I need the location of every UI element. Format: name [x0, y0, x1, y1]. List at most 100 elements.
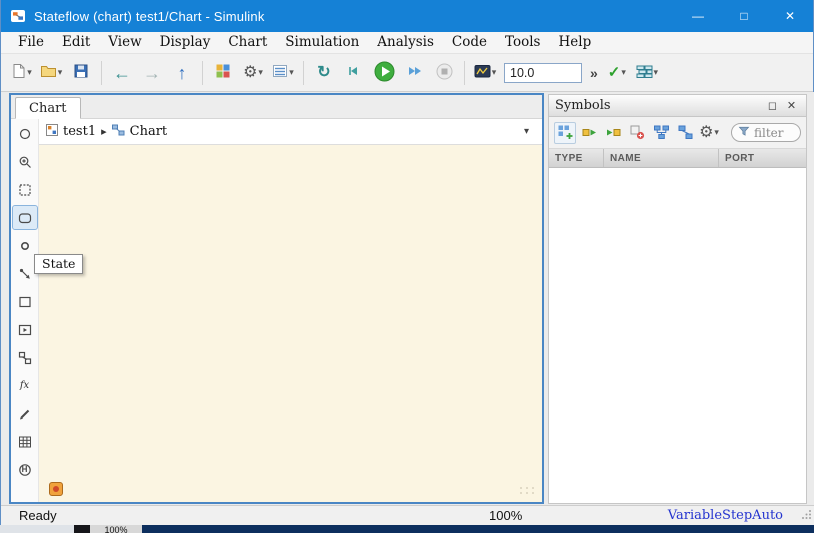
toolbar-overflow-chevron[interactable]: » [586, 65, 602, 81]
gear-icon: ⚙ [243, 63, 258, 81]
check-icon: ✓ [607, 64, 621, 81]
symbols-settings-button[interactable]: ⚙ ▾ [698, 122, 720, 144]
chart-editor-region: Chart fx H test1 ▸ Chart ▾ [9, 93, 544, 504]
close-panel-button[interactable]: ✕ [783, 97, 800, 114]
up-to-parent-button[interactable]: ↑ [168, 59, 196, 87]
dropdown-caret-icon: ▾ [289, 67, 294, 77]
column-port[interactable]: PORT [719, 149, 806, 167]
fast-restart-button[interactable]: ↻ [310, 59, 338, 87]
menu-help[interactable]: Help [549, 32, 600, 53]
status-bar: Ready 100% VariableStepAuto [1, 505, 814, 525]
menu-view[interactable]: View [99, 32, 150, 53]
model-data-editor-button[interactable]: ▾ [269, 59, 297, 87]
annotation-tool-button[interactable] [13, 402, 37, 425]
breadcrumb-dropdown-button[interactable]: ▾ [518, 124, 535, 139]
status-ready-text: Ready [19, 508, 57, 523]
create-data-button[interactable] [554, 121, 576, 144]
zoom-in-button[interactable] [13, 150, 37, 173]
tab-chart[interactable]: Chart [15, 97, 81, 119]
save-button[interactable] [67, 59, 95, 87]
symbols-list[interactable] [549, 168, 806, 503]
build-button[interactable]: ▾ [633, 59, 661, 87]
symbols-filter[interactable] [731, 123, 801, 142]
maximize-icon: □ [740, 9, 748, 23]
back-button[interactable]: ← [108, 59, 136, 87]
simulink-state-tool-button[interactable] [13, 318, 37, 341]
state-tool-button[interactable] [11, 205, 38, 230]
fx-icon: fx [19, 380, 30, 391]
undock-panel-button[interactable]: ◻ [764, 97, 781, 114]
close-button[interactable]: ✕ [767, 0, 813, 32]
simulation-display-button[interactable]: ▾ [471, 59, 499, 87]
dropdown-caret-icon: ▾ [714, 127, 719, 137]
chart-canvas[interactable] [39, 145, 542, 502]
pan-tool-button[interactable] [13, 122, 37, 145]
create-output-button[interactable] [602, 122, 624, 144]
dropdown-caret-icon: ▾ [491, 67, 497, 77]
truth-table-tool-button[interactable] [13, 430, 37, 453]
new-model-button[interactable]: ▾ [7, 59, 35, 87]
refresh-arrow-icon: ↻ [317, 63, 331, 81]
canvas-resize-grip[interactable] [518, 483, 536, 498]
menu-chart[interactable]: Chart [219, 32, 276, 53]
run-button[interactable] [370, 59, 398, 87]
menu-simulation[interactable]: Simulation [276, 32, 368, 53]
breadcrumb-separator-icon: ▸ [101, 126, 107, 138]
column-name[interactable]: NAME [604, 149, 719, 167]
gear-icon: ⚙ [699, 123, 714, 141]
maximize-button[interactable]: □ [721, 0, 767, 32]
box-tool-button[interactable] [13, 290, 37, 313]
breadcrumb-chart[interactable]: Chart [130, 124, 168, 139]
junction-tool-button[interactable] [13, 234, 37, 257]
menu-code[interactable]: Code [443, 32, 496, 53]
window-resize-grip[interactable] [801, 508, 812, 523]
forward-button[interactable]: → [138, 59, 166, 87]
step-back-button[interactable] [340, 59, 368, 87]
library-browser-button[interactable] [209, 59, 237, 87]
stop-button[interactable] [430, 59, 458, 87]
default-transition-tool-button[interactable] [13, 262, 37, 285]
open-button[interactable]: ▾ [37, 59, 65, 87]
toolbar-separator [101, 60, 102, 85]
breadcrumb-model[interactable]: test1 [63, 124, 96, 139]
library-grid-icon [215, 63, 231, 82]
close-icon: ✕ [784, 9, 796, 23]
up-arrow-icon: ↑ [177, 62, 187, 83]
filter-funnel-icon [738, 125, 750, 140]
group-symbols-button[interactable] [674, 122, 696, 144]
status-solver-text[interactable]: VariableStepAuto [668, 508, 783, 523]
build-bricks-icon [636, 64, 653, 82]
dropdown-caret-icon: ▾ [57, 67, 63, 77]
fit-to-view-button[interactable] [13, 178, 37, 201]
sim-stop-time-input[interactable] [504, 62, 582, 83]
chart-overview-badge-icon[interactable] [49, 482, 63, 496]
matlab-function-tool-button[interactable]: fx [13, 374, 37, 397]
menu-analysis[interactable]: Analysis [368, 32, 443, 53]
main-toolbar: ▾ ▾ ← → ↑ ⚙ ▾ ▾ ↻ ▾ 10.0 » ✓ ▾ ▾ [1, 54, 813, 92]
title-bar[interactable]: Stateflow (chart) test1/Chart - Simulink… [1, 0, 813, 32]
symbols-toolbar: ⚙ ▾ [549, 117, 806, 148]
stop-square-icon [436, 63, 453, 83]
menu-edit[interactable]: Edit [53, 32, 99, 53]
state-tooltip-label: State [42, 256, 76, 271]
background-statusbar-fragment [0, 525, 74, 533]
column-type[interactable]: TYPE [549, 149, 604, 167]
create-event-button[interactable] [626, 122, 648, 144]
filter-input[interactable] [754, 125, 796, 140]
menu-file[interactable]: File [9, 32, 53, 53]
create-input-button[interactable] [578, 122, 600, 144]
toolbar-separator [464, 60, 465, 85]
toolbar-separator [202, 60, 203, 85]
step-forward-button[interactable] [400, 59, 428, 87]
tab-chart-label: Chart [29, 100, 67, 116]
menu-display[interactable]: Display [151, 32, 220, 53]
graphical-function-tool-button[interactable] [13, 346, 37, 369]
view-hierarchy-button[interactable] [650, 122, 672, 144]
simulink-stateflow-window: Stateflow (chart) test1/Chart - Simulink… [0, 0, 814, 525]
minimize-button[interactable]: — [675, 0, 721, 32]
dropdown-caret-icon: ▾ [621, 67, 626, 77]
diagnostics-check-button[interactable]: ✓ ▾ [603, 59, 631, 87]
model-settings-button[interactable]: ⚙ ▾ [239, 59, 267, 87]
menu-tools[interactable]: Tools [496, 32, 549, 53]
history-junction-tool-button[interactable]: H [13, 458, 37, 481]
